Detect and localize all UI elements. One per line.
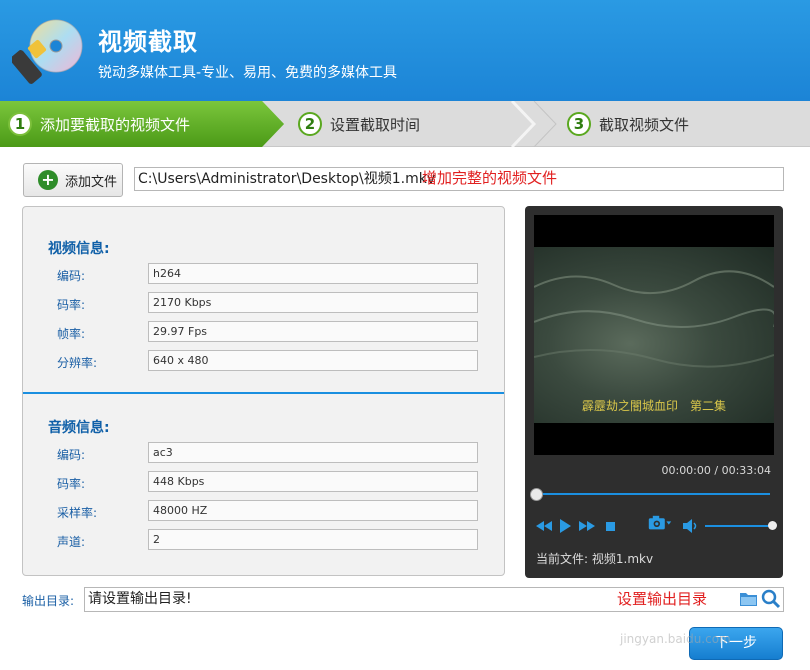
step-1-number: 1 [8, 112, 32, 136]
output-dir-hint: 设置输出目录 [617, 590, 708, 608]
info-divider [23, 392, 504, 394]
search-icon[interactable] [761, 589, 781, 609]
play-icon[interactable] [558, 518, 572, 534]
rewind-icon[interactable] [536, 518, 552, 534]
video-framerate-label: 帧率: [57, 327, 86, 341]
playback-time: 00:00:00 / 00:33:04 [661, 464, 771, 477]
wizard-steps: 1 添加要截取的视频文件 2 设置截取时间 3 截取视频文件 [0, 101, 810, 147]
audio-bitrate-value: 448 Kbps [148, 471, 478, 492]
plus-icon: + [38, 170, 58, 190]
audio-channels-label: 声道: [57, 535, 86, 549]
app-logo-icon [12, 19, 83, 84]
volume-handle[interactable] [768, 521, 777, 530]
step-2-label: 设置截取时间 [330, 115, 421, 134]
video-codec-value: h264 [148, 263, 478, 284]
video-screen[interactable]: 霹靂劫之闇城血印 第二集 [533, 215, 777, 455]
current-file-name: 视频1.mkv [591, 552, 654, 566]
output-dir-label: 输出目录: [22, 594, 75, 608]
step-3-label: 截取视频文件 [599, 115, 690, 134]
volume-slider[interactable] [705, 525, 771, 527]
current-file: 当前文件: 视频1.mkv [536, 550, 653, 567]
file-path-hint: 增加完整的视频文件 [422, 169, 558, 187]
step-1: 1 添加要截取的视频文件 [8, 101, 190, 147]
add-file-button[interactable]: + 添加文件 [23, 163, 123, 197]
video-subtitle: 霹靂劫之闇城血印 第二集 [581, 399, 726, 413]
app-subtitle: 锐动多媒体工具-专业、易用、免费的多媒体工具 [98, 65, 398, 81]
folder-icon[interactable] [739, 590, 758, 607]
step-2-number: 2 [298, 112, 322, 136]
audio-info-title: 音频信息: [48, 420, 110, 436]
audio-codec-value: ac3 [148, 442, 478, 463]
audio-samplerate-label: 采样率: [57, 506, 98, 520]
video-codec-label: 编码: [57, 269, 86, 283]
step-3: 3 截取视频文件 [567, 101, 689, 147]
stop-icon[interactable] [605, 518, 617, 534]
step-1-label: 添加要截取的视频文件 [40, 115, 191, 134]
video-bitrate-value: 2170 Kbps [148, 292, 478, 313]
current-file-label: 当前文件: [536, 552, 589, 566]
video-player: 霹靂劫之闇城血印 第二集 00:00:00 / 00:33:04 当前文件: 视… [525, 206, 783, 578]
audio-codec-label: 编码: [57, 448, 86, 462]
video-framerate-value: 29.97 Fps [148, 321, 478, 342]
video-resolution-label: 分辨率: [57, 356, 98, 370]
audio-samplerate-value: 48000 HZ [148, 500, 478, 521]
camera-icon[interactable] [645, 515, 675, 531]
app-title: 视频截取 [98, 28, 198, 56]
audio-channels-value: 2 [148, 529, 478, 550]
video-resolution-value: 640 x 480 [148, 350, 478, 371]
progress-handle[interactable] [530, 488, 543, 501]
volume-icon[interactable] [682, 518, 700, 534]
media-info-panel: 视频信息: 编码: h264 码率: 2170 Kbps 帧率: 29.97 F… [22, 206, 505, 576]
step-3-number: 3 [567, 112, 591, 136]
audio-bitrate-label: 码率: [57, 477, 86, 491]
app-header: 视频截取 锐动多媒体工具-专业、易用、免费的多媒体工具 [0, 0, 810, 101]
video-bitrate-label: 码率: [57, 298, 86, 312]
watermark: jingyan.baidu.com [620, 632, 731, 646]
step-2: 2 设置截取时间 [298, 101, 420, 147]
progress-bar[interactable] [537, 493, 770, 495]
add-file-button-label: 添加文件 [65, 174, 118, 190]
fast-forward-icon[interactable] [579, 518, 595, 534]
video-info-title: 视频信息: [48, 241, 110, 257]
